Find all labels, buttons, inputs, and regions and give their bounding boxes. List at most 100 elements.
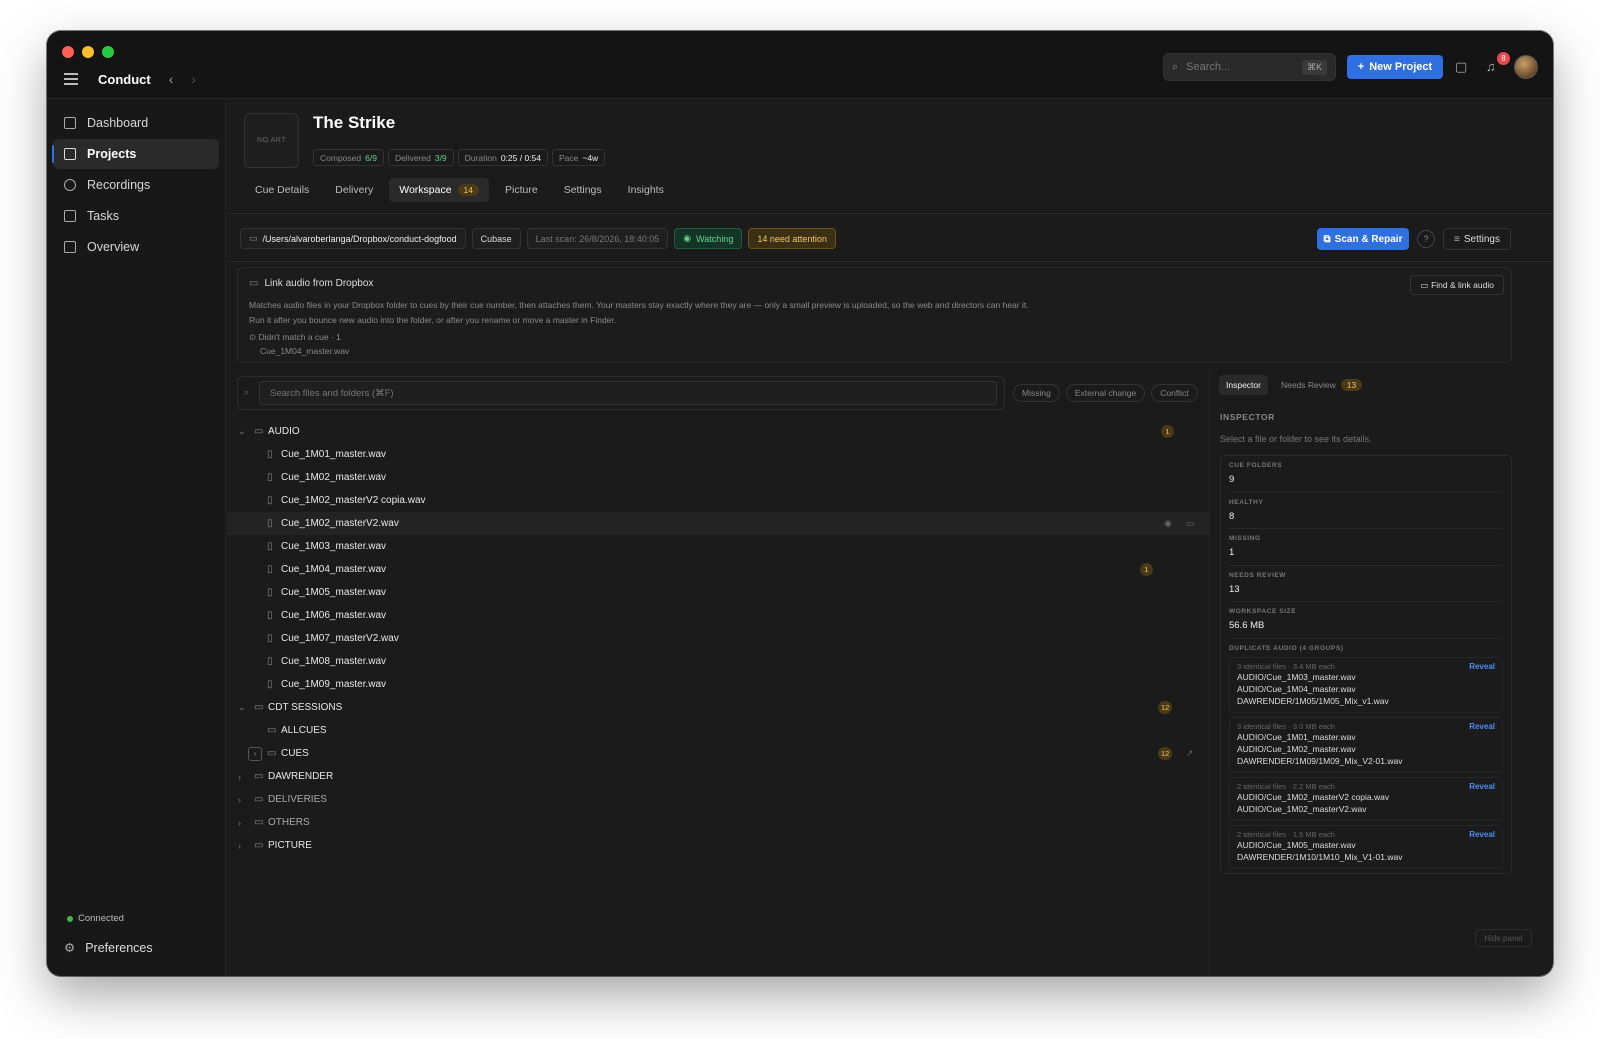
external-link-icon[interactable]: ↗ <box>1186 748 1194 759</box>
filter-conflict[interactable]: Conflict <box>1151 384 1198 402</box>
zoom-window-button[interactable] <box>102 46 114 58</box>
file-row[interactable]: ▯ Cue_1M06_master.wav <box>227 604 1210 627</box>
filter-missing[interactable]: Missing <box>1013 384 1060 402</box>
sidebar-item-projects[interactable]: Projects <box>52 139 219 169</box>
bell-icon[interactable]: ♫ <box>1486 59 1496 74</box>
back-arrow-icon[interactable]: ‹ <box>169 71 174 87</box>
file-row[interactable]: ▯ Cue_1M09_master.wav <box>227 673 1210 696</box>
folder-row-deliveries[interactable]: › ▭ DELIVERIES <box>227 788 1210 811</box>
folder-count-badge: 12 <box>1158 747 1173 760</box>
help-icon[interactable]: ? <box>1417 230 1435 248</box>
stat-workspace-size: WORKSPACE SIZE 56.6 MB <box>1229 602 1503 639</box>
duplicate-audio-heading: DUPLICATE AUDIO (4 GROUPS) <box>1229 644 1344 652</box>
file-label: Cue_1M08_master.wav <box>281 656 387 667</box>
folder-row-dawrender[interactable]: › ▭ DAWRENDER <box>227 765 1210 788</box>
sidebar-item-overview[interactable]: Overview <box>53 232 219 262</box>
project-art-placeholder[interactable]: NO ART <box>244 113 299 168</box>
tab-insights[interactable]: Insights <box>618 178 674 202</box>
menu-icon[interactable] <box>64 73 78 85</box>
reveal-button[interactable]: Reveal <box>1469 782 1495 791</box>
file-search-bar: ⌕ Search files and folders (⌘F) <box>237 376 1005 410</box>
close-window-button[interactable] <box>62 46 74 58</box>
folder-row-cdt-sessions[interactable]: ⌄ ▭ CDT SESSIONS 12 <box>227 696 1210 719</box>
folder-row-others[interactable]: › ▭ OTHERS <box>227 811 1210 834</box>
folder-icon: ▭ <box>267 748 277 759</box>
duration-stat: Duration 0:25 / 0:54 <box>457 149 548 166</box>
eye-icon[interactable]: ◉ <box>1164 518 1172 529</box>
folder-count-badge: 12 <box>1158 701 1173 714</box>
hide-panel-button[interactable]: Hide panel <box>1475 929 1532 947</box>
tab-delivery[interactable]: Delivery <box>325 178 383 202</box>
tab-inspector[interactable]: Inspector <box>1219 375 1268 395</box>
workspace-settings-button[interactable]: ≡ Settings <box>1443 228 1511 250</box>
file-label: Cue_1M01_master.wav <box>281 449 387 460</box>
reveal-button[interactable]: Reveal <box>1469 830 1495 839</box>
avatar[interactable] <box>1514 55 1538 79</box>
file-row[interactable]: ▯ Cue_1M02_master.wav <box>227 466 1210 489</box>
chevron-down-icon[interactable]: ⌄ <box>238 702 246 713</box>
file-icon: ▯ <box>267 633 273 644</box>
file-search-input[interactable]: Search files and folders (⌘F) <box>259 381 997 405</box>
sidebar-item-dashboard[interactable]: Dashboard <box>53 108 219 138</box>
tab-settings[interactable]: Settings <box>554 178 612 202</box>
duration-value: 0:25 / 0:54 <box>500 152 541 163</box>
folder-row-cues[interactable]: › ▭ CUES 12 ↗ <box>227 742 1210 765</box>
file-row[interactable]: ▯ Cue_1M07_masterV2.wav <box>227 627 1210 650</box>
file-row[interactable]: ▯ Cue_1M08_master.wav <box>227 650 1210 673</box>
file-row[interactable]: ▯ Cue_1M01_master.wav <box>227 443 1210 466</box>
folder-label: PICTURE <box>268 840 312 851</box>
file-label: Cue_1M04_master.wav <box>281 564 387 575</box>
minimize-window-button[interactable] <box>82 46 94 58</box>
pace-value: ~4w <box>582 152 599 163</box>
folder-label: AUDIO <box>268 426 300 437</box>
folder-row-picture[interactable]: › ▭ PICTURE <box>227 834 1210 857</box>
chevron-right-icon[interactable]: › <box>248 746 262 761</box>
file-icon: ▯ <box>267 610 273 621</box>
preferences-button[interactable]: ⚙ Preferences <box>64 940 153 956</box>
tab-needs-review[interactable]: Needs Review 13 <box>1274 375 1369 395</box>
attention-badge[interactable]: 14 need attention <box>748 228 836 249</box>
search-icon: ⌕ <box>1172 60 1179 73</box>
folder-label: DAWRENDER <box>268 771 334 782</box>
file-row[interactable]: ▯ Cue_1M04_master.wav 1 <box>227 558 1210 581</box>
forward-arrow-icon[interactable]: › <box>191 71 196 87</box>
folder-row-audio[interactable]: ⌄ ▭ AUDIO 1 <box>227 420 1210 443</box>
reveal-folder-icon[interactable]: ▭ <box>1186 518 1195 529</box>
chevron-right-icon[interactable]: › <box>238 772 241 782</box>
filter-external-change[interactable]: External change <box>1065 384 1146 402</box>
file-row[interactable]: ▯ Cue_1M02_masterV2 copia.wav <box>227 489 1210 512</box>
stat-value: 1 <box>1229 547 1235 558</box>
file-row[interactable]: ▯ Cue_1M02_masterV2.wav ◉ ▭ <box>227 512 1210 535</box>
file-row[interactable]: ▯ Cue_1M03_master.wav <box>227 535 1210 558</box>
find-link-audio-button[interactable]: ▭ Find & link audio <box>1410 275 1504 295</box>
chevron-down-icon[interactable]: ⌄ <box>238 426 246 437</box>
daw-badge: Cubase <box>471 228 521 249</box>
chevron-right-icon[interactable]: › <box>238 795 241 805</box>
chat-icon[interactable]: ▢ <box>1455 59 1467 75</box>
reveal-button[interactable]: Reveal <box>1469 662 1495 671</box>
file-browser: ⌕ Search files and folders (⌘F) Missing … <box>227 369 1210 976</box>
tab-cue-details[interactable]: Cue Details <box>245 178 319 202</box>
sidebar-item-label: Tasks <box>87 209 119 223</box>
sidebar-item-label: Projects <box>87 147 137 161</box>
new-project-button[interactable]: + New Project <box>1347 55 1443 79</box>
reveal-button[interactable]: Reveal <box>1469 722 1495 731</box>
connection-status-label: Connected <box>78 913 124 924</box>
file-row[interactable]: ▯ Cue_1M05_master.wav <box>227 581 1210 604</box>
workspace-stats: CUE FOLDERS 9 HEALTHY 8 MISSING 1 NEEDS … <box>1220 455 1512 874</box>
file-label: Cue_1M07_masterV2.wav <box>281 633 399 644</box>
sidebar-item-recordings[interactable]: Recordings <box>53 170 219 200</box>
chevron-right-icon[interactable]: › <box>238 818 241 828</box>
tab-picture[interactable]: Picture <box>495 178 548 202</box>
folder-label: OTHERS <box>268 817 310 828</box>
folder-icon: ▭ <box>254 840 264 851</box>
folder-row-allcues[interactable]: ▭ ALLCUES <box>227 719 1210 742</box>
scan-repair-button[interactable]: ⧉ Scan & Repair <box>1317 228 1409 250</box>
chevron-right-icon[interactable]: › <box>238 841 241 851</box>
global-search-input[interactable]: ⌕ Search... ⌘K <box>1163 53 1336 81</box>
tab-badge: 13 <box>1340 379 1363 391</box>
workspace-path[interactable]: ▭ /Users/alvaroberlanga/Dropbox/conduct-… <box>240 228 466 249</box>
file-icon: ▯ <box>267 564 273 575</box>
sidebar-item-tasks[interactable]: Tasks <box>53 201 219 231</box>
tab-workspace[interactable]: Workspace 14 <box>389 178 490 202</box>
